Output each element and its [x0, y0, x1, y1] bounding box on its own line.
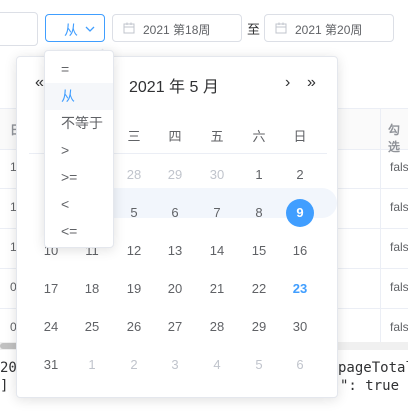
table-cell: fals — [390, 320, 408, 334]
calendar-day[interactable]: 13 — [161, 237, 189, 265]
calendar-day[interactable]: 29 — [161, 161, 189, 189]
calendar-day[interactable]: 23 — [286, 275, 314, 303]
operator-dropdown: = 从 不等于 > >= < <= — [44, 50, 114, 248]
table-cell: fals — [390, 280, 408, 294]
chevron-down-icon — [85, 26, 95, 32]
calendar-day[interactable]: 8 — [245, 199, 273, 227]
calendar-day[interactable]: 14 — [203, 237, 231, 265]
calendar-day[interactable]: 26 — [120, 313, 148, 341]
table-cell: fals — [390, 240, 408, 254]
log-text-left: 20 — [0, 360, 17, 376]
operator-option-from[interactable]: 从 — [45, 83, 113, 110]
start-week-input[interactable]: 2021 第18周 — [112, 14, 242, 42]
calendar-day[interactable]: 30 — [286, 313, 314, 341]
calendar-day[interactable]: 5 — [245, 351, 273, 379]
operator-option-greater[interactable]: > — [45, 137, 113, 164]
calendar-day[interactable]: 28 — [203, 313, 231, 341]
end-week-input[interactable]: 2021 第20周 — [264, 14, 394, 42]
calendar-day[interactable]: 17 — [37, 275, 65, 303]
calendar-day[interactable]: 1 — [245, 161, 273, 189]
operator-option-not-equal[interactable]: 不等于 — [45, 110, 113, 137]
prev-year-button[interactable]: « — [35, 74, 44, 92]
operator-option-less-equal[interactable]: <= — [45, 218, 113, 245]
log-text-right: pageTotal — [338, 360, 408, 376]
operator-option-less[interactable]: < — [45, 191, 113, 218]
operator-select[interactable]: 从 — [45, 14, 105, 42]
calendar-day[interactable]: 22 — [245, 275, 273, 303]
start-week-value: 2021 第18周 — [143, 23, 211, 37]
calendar-day[interactable]: 7 — [203, 199, 231, 227]
calendar-day[interactable]: 20 — [161, 275, 189, 303]
calendar-icon — [123, 22, 135, 34]
weekday-header: 五 — [210, 129, 224, 144]
calendar-day[interactable]: 12 — [120, 237, 148, 265]
calendar-day[interactable]: 2 — [286, 161, 314, 189]
calendar-day[interactable]: 3 — [161, 351, 189, 379]
calendar-day[interactable]: 28 — [120, 161, 148, 189]
table-cell: fals — [390, 160, 408, 174]
calendar-day[interactable]: 15 — [245, 237, 273, 265]
calendar-day[interactable]: 4 — [203, 351, 231, 379]
calendar-day[interactable]: 9 — [286, 199, 314, 227]
calendar-day[interactable]: 2 — [120, 351, 148, 379]
weekday-header: 日 — [293, 129, 307, 144]
calendar-day[interactable]: 24 — [37, 313, 65, 341]
calendar-day[interactable]: 21 — [203, 275, 231, 303]
calendar-day[interactable]: 31 — [37, 351, 65, 379]
calendar-day[interactable]: 16 — [286, 237, 314, 265]
log-text-right: ": true } — [340, 378, 408, 394]
operator-select-value: 从 — [64, 22, 78, 38]
calendar-day[interactable]: 5 — [120, 199, 148, 227]
picker-title: 2021 年 5 月 — [129, 79, 219, 96]
calendar-day[interactable]: 25 — [78, 313, 106, 341]
weekday-header: 三 — [127, 129, 141, 144]
calendar-day[interactable]: 18 — [78, 275, 106, 303]
calendar-day[interactable]: 27 — [161, 313, 189, 341]
calendar-day[interactable]: 1 — [78, 351, 106, 379]
calendar-day[interactable]: 30 — [203, 161, 231, 189]
weekday-header: 六 — [252, 129, 266, 144]
table-cell: fals — [390, 200, 408, 214]
operator-option-greater-equal[interactable]: >= — [45, 164, 113, 191]
calendar-day[interactable]: 19 — [120, 275, 148, 303]
weekday-header: 四 — [168, 129, 182, 144]
calendar-day[interactable]: 6 — [286, 351, 314, 379]
calendar-icon — [275, 22, 287, 34]
next-year-button[interactable]: » — [307, 74, 316, 92]
operator-option-equal[interactable]: = — [45, 56, 113, 83]
range-separator: 至 — [247, 22, 261, 37]
filter-field-input[interactable] — [0, 12, 38, 46]
calendar-day[interactable]: 6 — [161, 199, 189, 227]
next-month-button[interactable]: › — [285, 74, 290, 92]
end-week-value: 2021 第20周 — [295, 23, 363, 37]
calendar-day[interactable]: 29 — [245, 313, 273, 341]
